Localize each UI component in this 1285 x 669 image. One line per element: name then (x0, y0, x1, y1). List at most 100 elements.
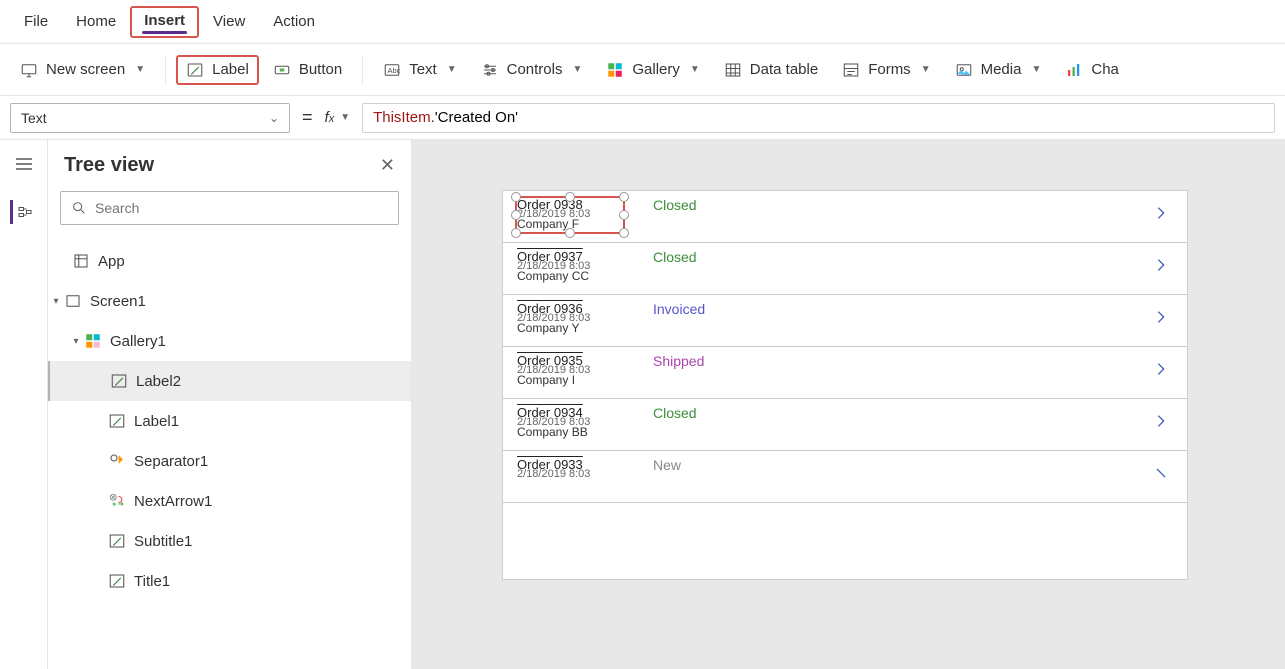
gallery-icon (606, 61, 624, 79)
chevron-right-icon[interactable] (1153, 413, 1169, 432)
menu-insert[interactable]: Insert (130, 6, 199, 38)
tree-node-app[interactable]: App (48, 241, 411, 281)
forms-button[interactable]: Forms ▼ (832, 55, 940, 85)
fx-button[interactable]: fx ▼ (325, 109, 351, 126)
tree-label: Label2 (136, 373, 181, 390)
gallery-row[interactable]: Order 09332/18/2019 8:03New (503, 451, 1187, 503)
tree-label: Label1 (134, 413, 179, 430)
charts-button[interactable]: Cha (1055, 55, 1119, 85)
tree-label: Screen1 (90, 293, 146, 310)
forms-button-label: Forms (868, 61, 911, 78)
tree-node-nextarrow1[interactable]: NextArrow1 (48, 481, 411, 521)
label-button[interactable]: Label (176, 55, 259, 85)
controls-button[interactable]: Controls ▼ (471, 55, 593, 85)
menu-bar: File Home Insert View Action (0, 0, 1285, 44)
tree-label: Subtitle1 (134, 533, 192, 550)
row-company: Company BB (517, 426, 637, 438)
media-button-label: Media (981, 61, 1022, 78)
row-company: Company CC (517, 270, 637, 282)
button-icon (273, 61, 291, 79)
formula-token-field: 'Created On' (435, 109, 518, 126)
tree-label: Gallery1 (110, 333, 166, 350)
gallery-row[interactable]: Order 09372/18/2019 8:03Company CCClosed (503, 243, 1187, 295)
tree-header: Tree view ✕ (48, 140, 411, 185)
gallery-row[interactable]: Order 09352/18/2019 8:03Company IShipped (503, 347, 1187, 399)
tree-node-screen1[interactable]: ▾Screen1 (48, 281, 411, 321)
data-table-button[interactable]: Data table (714, 55, 828, 85)
hamburger-icon[interactable] (12, 152, 36, 176)
property-selector-value: Text (21, 110, 47, 126)
chevron-down-icon: ▼ (447, 64, 457, 75)
tree-view-icon[interactable] (10, 200, 34, 224)
button-button[interactable]: Button (263, 55, 352, 85)
charts-icon (1065, 61, 1083, 79)
tree-node-label2[interactable]: Label2 (48, 361, 411, 401)
app-preview[interactable]: Order 09382/18/2019 8:03Company FClosed O… (502, 190, 1188, 580)
label-icon (186, 61, 204, 79)
gallery-button-label: Gallery (632, 61, 680, 78)
menu-action[interactable]: Action (259, 7, 329, 36)
forms-icon (842, 61, 860, 79)
tree-panel: Tree view ✕ App ▾Screen1 ▾Gallery1 Label… (48, 140, 412, 669)
menu-view[interactable]: View (199, 7, 259, 36)
chevron-down-icon: ▼ (572, 64, 582, 75)
row-status: Invoiced (653, 301, 705, 317)
formula-token-thisitem: ThisItem (373, 109, 431, 126)
tree-node-separator1[interactable]: Separator1 (48, 441, 411, 481)
new-screen-icon (20, 61, 38, 79)
row-company: Company Y (517, 322, 637, 334)
media-icon (955, 61, 973, 79)
row-status: Closed (653, 405, 697, 421)
divider (165, 56, 166, 84)
gallery-button[interactable]: Gallery ▼ (596, 55, 709, 85)
chevron-right-icon[interactable] (1153, 361, 1169, 380)
canvas[interactable]: Order 09382/18/2019 8:03Company FClosed O… (412, 140, 1285, 669)
main-area: Tree view ✕ App ▾Screen1 ▾Gallery1 Label… (0, 140, 1285, 669)
row-status: Closed (653, 249, 697, 265)
tree-node-label1[interactable]: Label1 (48, 401, 411, 441)
chevron-down-icon: ▼ (340, 112, 350, 123)
chevron-right-icon[interactable] (1153, 465, 1169, 484)
row-status: Shipped (653, 353, 704, 369)
chevron-down-icon: ▼ (921, 64, 931, 75)
controls-button-label: Controls (507, 61, 563, 78)
gallery-row[interactable]: Order 09382/18/2019 8:03Company FClosed (503, 191, 1187, 243)
search-box[interactable] (60, 191, 399, 225)
chevron-right-icon[interactable] (1153, 257, 1169, 276)
chevron-right-icon[interactable] (1153, 205, 1169, 224)
charts-button-label: Cha (1091, 61, 1119, 78)
text-button-label: Text (409, 61, 437, 78)
search-icon (71, 200, 87, 216)
equals-sign: = (302, 107, 313, 128)
ribbon: New screen ▼ Label Button Abc Text ▼ Con… (0, 44, 1285, 96)
left-rail (0, 140, 48, 669)
row-status: New (653, 457, 681, 473)
formula-bar: Text ⌄ = fx ▼ ThisItem.'Created On' (0, 96, 1285, 140)
tree-label: App (98, 253, 125, 270)
property-selector[interactable]: Text ⌄ (10, 103, 290, 133)
formula-input[interactable]: ThisItem.'Created On' (362, 103, 1275, 133)
menu-file[interactable]: File (10, 7, 62, 36)
new-screen-button[interactable]: New screen ▼ (10, 55, 155, 85)
divider (362, 56, 363, 84)
svg-text:Abc: Abc (388, 66, 401, 75)
chevron-right-icon[interactable] (1153, 309, 1169, 328)
media-button[interactable]: Media ▼ (945, 55, 1052, 85)
gallery-control[interactable]: Order 09382/18/2019 8:03Company FClosed O… (503, 191, 1187, 503)
tree-label: Separator1 (134, 453, 208, 470)
gallery-row[interactable]: Order 09362/18/2019 8:03Company YInvoice… (503, 295, 1187, 347)
chevron-down-icon: ⌄ (269, 111, 279, 125)
menu-home[interactable]: Home (62, 7, 130, 36)
controls-icon (481, 61, 499, 79)
close-icon[interactable]: ✕ (380, 155, 395, 176)
gallery-row[interactable]: Order 09342/18/2019 8:03Company BBClosed (503, 399, 1187, 451)
tree-node-gallery1[interactable]: ▾Gallery1 (48, 321, 411, 361)
tree-label: NextArrow1 (134, 493, 212, 510)
tree: App ▾Screen1 ▾Gallery1 Label2 Label1 Sep… (48, 237, 411, 605)
row-status: Closed (653, 197, 697, 213)
search-input[interactable] (95, 200, 388, 216)
chevron-down-icon: ▼ (1031, 64, 1041, 75)
tree-node-title1[interactable]: Title1 (48, 561, 411, 601)
tree-node-subtitle1[interactable]: Subtitle1 (48, 521, 411, 561)
text-button[interactable]: Abc Text ▼ (373, 55, 466, 85)
